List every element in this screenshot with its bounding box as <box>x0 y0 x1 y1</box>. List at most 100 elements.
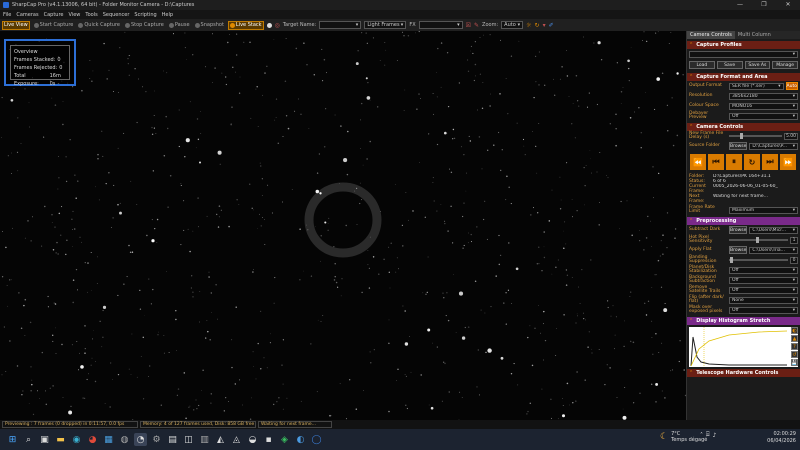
hot-pixel-value[interactable]: 1 <box>790 236 798 244</box>
banding-value[interactable]: 0 <box>790 256 798 264</box>
stabilization-select[interactable]: Off ▾ <box>729 266 798 274</box>
background-subtraction-select[interactable]: Off ▾ <box>729 276 798 284</box>
colour-space-select[interactable]: MONO16 ▾ <box>729 102 798 110</box>
source-folder-value[interactable]: D:\Captures\P... ▾ <box>749 142 798 150</box>
pause-playback-icon[interactable]: ⏸ <box>726 154 742 170</box>
new-frame-delay-value[interactable]: 5.00 <box>784 132 798 140</box>
reset-icon[interactable]: ↺ <box>791 351 798 358</box>
chevron-up-icon[interactable]: ˄ <box>700 432 703 439</box>
capture-profiles-header[interactable]: ⌃ Capture Profiles <box>687 41 800 49</box>
save-as-profile-button[interactable]: Save As <box>744 61 771 69</box>
browse-source-button[interactable]: Browse <box>729 142 748 150</box>
tab-multi-column[interactable]: Multi Column <box>735 31 774 39</box>
live-stack-button[interactable]: Live Stack <box>227 20 264 30</box>
banding-slider[interactable] <box>729 257 788 263</box>
globe-icon[interactable]: ◯ <box>310 433 323 446</box>
chrome-icon[interactable]: ◕ <box>86 433 99 446</box>
browse-flat-button[interactable]: Browse <box>729 246 748 254</box>
stop-capture-button[interactable]: Stop Capture <box>124 21 165 30</box>
rotate-icon[interactable]: ↻ <box>535 22 540 29</box>
refresh-icon[interactable]: ↻ <box>744 154 760 170</box>
greenapp-icon[interactable]: ◈ <box>278 433 291 446</box>
start-capture-button[interactable]: Start Capture <box>33 21 75 30</box>
apply-flat-select[interactable]: C:\Users\Tria... ▾ <box>749 246 798 254</box>
nina-icon[interactable]: ◒ <box>246 433 259 446</box>
target-name-input[interactable]: ▾ <box>319 21 362 29</box>
preprocessing-header[interactable]: ⌃ Preprocessing <box>687 217 800 225</box>
pause-button[interactable]: Pause <box>168 21 191 30</box>
annotate-icon[interactable]: ✎ <box>474 22 479 29</box>
save-profile-button[interactable]: Save <box>716 61 743 69</box>
histogram-display[interactable]: ◐ ▲ ? ↺ 💾 <box>689 327 798 367</box>
telescope-header[interactable]: ⌃ Telescope Hardware Controls <box>687 369 800 377</box>
system-clock[interactable]: 02:00:29 06/04/2026 <box>764 431 796 445</box>
menu-scripting[interactable]: Scripting <box>134 12 156 18</box>
stellarium-icon[interactable]: ◭ <box>214 433 227 446</box>
output-format-select[interactable]: SER file (*.ser) ▾ <box>729 82 784 90</box>
load-profile-button[interactable]: Load <box>689 61 715 69</box>
slider-knob[interactable] <box>739 133 743 139</box>
network-icon[interactable]: ⌸ <box>706 431 710 439</box>
profile-select[interactable]: ▾ <box>689 50 798 58</box>
windows-start-icon[interactable]: ⊞ <box>6 433 19 446</box>
dropdown-icon[interactable]: ▾ <box>543 22 546 29</box>
auto-stretch-icon[interactable]: ▲ <box>791 335 798 342</box>
new-frame-delay-slider[interactable] <box>729 133 782 139</box>
contrast-icon[interactable]: ◐ <box>791 327 798 334</box>
reticle-icon[interactable] <box>266 22 272 28</box>
snapshot-button[interactable]: Snapshot <box>194 21 225 30</box>
fast-forward-icon[interactable]: ⏩ <box>780 154 796 170</box>
frame-rate-select[interactable]: Maximum ▾ <box>729 206 798 214</box>
subtract-dark-select[interactable]: C:\Users\Micr... ▾ <box>749 226 798 234</box>
app-icon[interactable]: ◍ <box>118 433 131 446</box>
mask-select[interactable]: Off ▾ <box>729 306 798 314</box>
terminal-icon[interactable]: ▪ <box>262 433 275 446</box>
minimize-button[interactable]: — <box>728 0 752 10</box>
skyapp-icon[interactable]: ◐ <box>294 433 307 446</box>
notepad-icon[interactable]: ▤ <box>166 433 179 446</box>
sharpcap-taskbar-icon[interactable]: ◔ <box>134 433 147 446</box>
frame-type-select[interactable]: Light Frames ▾ <box>364 21 407 29</box>
calculator-icon[interactable]: ▥ <box>198 433 211 446</box>
auto-button[interactable]: Auto <box>785 82 798 90</box>
settings-icon[interactable]: ⚙ <box>150 433 163 446</box>
edge-icon[interactable]: ◉ <box>70 433 83 446</box>
menu-capture[interactable]: Capture <box>44 12 64 18</box>
slider-knob[interactable] <box>755 237 759 243</box>
manage-profiles-button[interactable]: Manage <box>772 61 798 69</box>
skip-forward-icon[interactable]: ⏭ <box>762 154 778 170</box>
capture-format-header[interactable]: ⌃ Capture Format and Area <box>687 73 800 81</box>
clear-fx-icon[interactable]: ☒ <box>466 22 471 29</box>
menu-help[interactable]: Help <box>162 12 173 18</box>
phd2-icon[interactable]: ◬ <box>230 433 243 446</box>
menu-cameras[interactable]: Cameras <box>16 12 38 18</box>
store-icon[interactable]: ▦ <box>102 433 115 446</box>
menu-view[interactable]: View <box>69 12 81 18</box>
help-icon[interactable]: ? <box>791 343 798 350</box>
image-viewport[interactable] <box>0 31 686 420</box>
close-button[interactable]: ✕ <box>776 0 800 10</box>
task-view-icon[interactable]: ▣ <box>38 433 51 446</box>
camera-controls-header[interactable]: ⌃ Camera Controls <box>687 123 800 131</box>
search-icon[interactable]: ⌕ <box>22 433 35 446</box>
menu-sequencer[interactable]: Sequencer <box>103 12 130 18</box>
menu-file[interactable]: File <box>3 12 11 18</box>
file-explorer-icon[interactable]: ▬ <box>54 433 67 446</box>
fx-select[interactable]: ▾ <box>418 21 463 29</box>
flip-select[interactable]: None ▾ <box>729 296 798 304</box>
volume-icon[interactable]: ♪ <box>713 432 717 439</box>
quick-capture-button[interactable]: Quick Capture <box>77 21 121 30</box>
eyedropper-icon[interactable]: ✐ <box>549 22 554 29</box>
debayer-select[interactable]: Off ▾ <box>729 112 798 120</box>
live-view-button[interactable]: Live View <box>2 20 30 30</box>
histogram-header[interactable]: ⌃ Display Histogram Stretch <box>687 317 800 325</box>
maximize-button[interactable]: ❐ <box>752 0 776 10</box>
skip-back-icon[interactable]: ⏮ <box>708 154 724 170</box>
slider-knob[interactable] <box>730 257 734 263</box>
browse-dark-button[interactable]: Browse <box>729 226 748 234</box>
tab-camera-controls[interactable]: Camera Controls <box>687 31 735 39</box>
save-icon[interactable]: 💾 <box>791 359 798 366</box>
satellite-trails-select[interactable]: Off ▾ <box>729 286 798 294</box>
resolution-select[interactable]: 3856x2180 ▾ <box>729 92 798 100</box>
hot-pixel-slider[interactable] <box>729 237 788 243</box>
